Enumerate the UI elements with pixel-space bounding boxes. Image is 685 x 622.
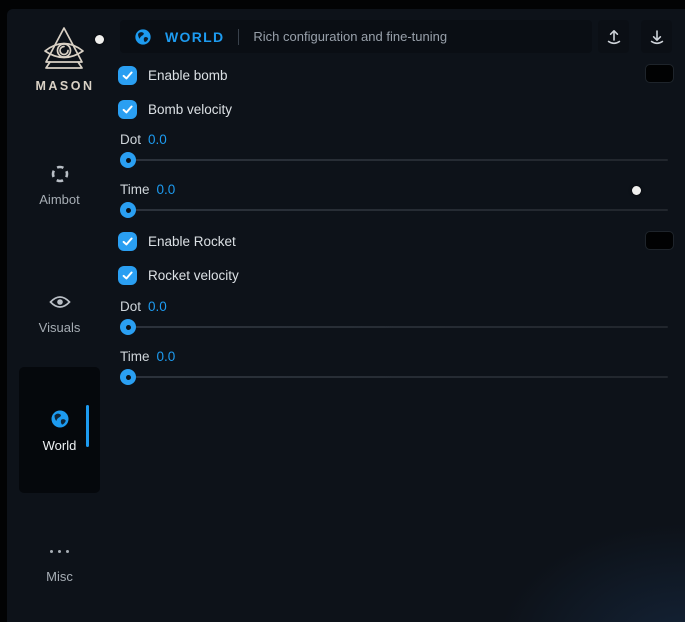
checkbox-checked-icon [118, 266, 137, 285]
upload-icon [605, 28, 623, 46]
section-title: WORLD [165, 29, 224, 45]
section-header: WORLD Rich configuration and fine-tuning [120, 20, 592, 53]
active-tab-indicator [86, 405, 89, 447]
checkbox-checked-icon [118, 232, 137, 251]
download-icon [648, 28, 666, 46]
slider-name: Dot [120, 132, 141, 147]
checkbox-enable-rocket[interactable]: Enable Rocket [118, 232, 236, 251]
download-config-button[interactable] [641, 20, 672, 53]
slider-value: 0.0 [148, 299, 167, 314]
globe-icon [134, 28, 152, 46]
header-tab-world[interactable]: WORLD [134, 28, 224, 46]
slider-handle-time[interactable] [120, 202, 136, 218]
sidebar-item-aimbot[interactable]: Aimbot [19, 164, 100, 207]
upload-config-button[interactable] [598, 20, 629, 53]
crosshair-icon [19, 164, 100, 184]
sidebar-item-visuals[interactable]: Visuals [19, 292, 100, 335]
brand-name: MASON [24, 79, 104, 93]
slider-handle-time[interactable] [120, 369, 136, 385]
checkbox-enable-bomb[interactable]: Enable bomb [118, 66, 228, 85]
checkbox-label: Bomb velocity [148, 102, 232, 117]
slider-value: 0.0 [157, 349, 176, 364]
sidebar-item-label: Visuals [19, 320, 100, 335]
checkbox-rocket-velocity[interactable]: Rocket velocity [118, 266, 239, 285]
checkbox-checked-icon [118, 66, 137, 85]
section-subtitle: Rich configuration and fine-tuning [253, 29, 447, 44]
slider-label-dot: Dot 0.0 [120, 299, 167, 314]
slider-label-dot: Dot 0.0 [120, 132, 167, 147]
menu-window: MASON Aimbot Visuals World [7, 9, 685, 622]
slider-handle-dot[interactable] [120, 319, 136, 335]
slider-value: 0.0 [148, 132, 167, 147]
header-divider [238, 29, 239, 45]
checkbox-label: Enable bomb [148, 68, 228, 83]
rocket-color-swatch[interactable] [645, 231, 674, 250]
cursor-dot [95, 35, 104, 44]
slider-name: Time [120, 182, 150, 197]
sidebar-item-misc[interactable]: Misc [19, 541, 100, 584]
slider-track-time[interactable] [120, 209, 668, 211]
slider-label-time: Time 0.0 [120, 182, 175, 197]
checkbox-label: Rocket velocity [148, 268, 239, 283]
bomb-color-swatch[interactable] [645, 64, 674, 83]
slider-name: Dot [120, 299, 141, 314]
slider-name: Time [120, 349, 150, 364]
checkbox-label: Enable Rocket [148, 234, 236, 249]
slider-track-time[interactable] [120, 376, 668, 378]
ellipsis-icon [19, 541, 100, 561]
slider-value: 0.0 [157, 182, 176, 197]
checkbox-bomb-velocity[interactable]: Bomb velocity [118, 100, 232, 119]
eye-icon [19, 292, 100, 312]
slider-track-dot[interactable] [120, 326, 668, 328]
brand-logo: MASON [24, 24, 104, 93]
sidebar-item-label: Aimbot [19, 192, 100, 207]
mason-eye-logo-icon [36, 24, 92, 76]
slider-track-dot[interactable] [120, 159, 668, 161]
cursor-dot [632, 186, 641, 195]
slider-handle-dot[interactable] [120, 152, 136, 168]
slider-label-time: Time 0.0 [120, 349, 175, 364]
checkbox-checked-icon [118, 100, 137, 119]
sidebar-item-label: Misc [19, 569, 100, 584]
